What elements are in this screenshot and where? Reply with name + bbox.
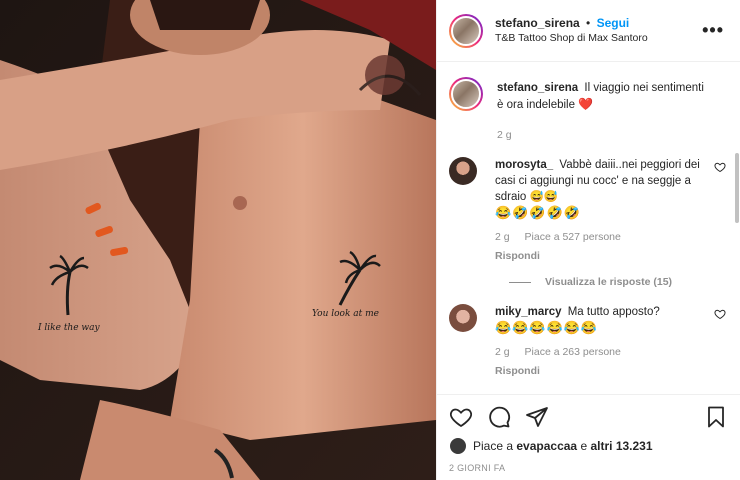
caption: stefano_sirena Il viaggio nei sentimenti… — [449, 77, 728, 143]
post-side-panel: stefano_sirena • Segui T&B Tattoo Shop d… — [436, 0, 740, 480]
heart-emoji: ❤️ — [578, 97, 594, 111]
post-image[interactable]: I like the way You look at me — [0, 0, 436, 480]
comment-text: Ma tutto apposto? — [567, 306, 660, 318]
comment-username[interactable]: morosyta_ — [495, 159, 553, 171]
commenter-avatar[interactable] — [449, 304, 477, 332]
post-actions: Piace a evapaccaa e altri 13.231 2 GIORN… — [437, 394, 740, 480]
tattoo-text-left: I like the way — [37, 323, 100, 333]
likes-middle: e — [580, 439, 588, 453]
tattoo-text-right: You look at me — [312, 309, 379, 319]
likes-others-count[interactable]: altri 13.231 — [590, 439, 652, 453]
comment-time[interactable]: 2 g — [495, 346, 510, 358]
author-avatar[interactable] — [449, 13, 483, 48]
post-location[interactable]: T&B Tattoo Shop di Max Santoro — [495, 31, 698, 46]
comment-time[interactable]: 2 g — [495, 231, 510, 243]
comment-emojis: 😂🤣🤣🤣🤣 — [495, 205, 581, 220]
caption-username[interactable]: stefano_sirena — [497, 82, 578, 94]
view-replies-label: Visualizza le risposte (15) — [545, 276, 673, 288]
comment-likes[interactable]: Piace a 263 persone — [525, 346, 621, 358]
like-heart-icon[interactable] — [449, 405, 473, 429]
comment-like-heart-icon[interactable] — [714, 161, 726, 173]
follow-button[interactable]: Segui — [597, 16, 630, 30]
save-bookmark-icon[interactable] — [704, 405, 728, 429]
view-replies-button[interactable]: Visualizza le risposte (15) — [509, 276, 728, 288]
comment-likes[interactable]: Piace a 527 persone — [525, 231, 621, 243]
more-dots-icon[interactable]: ••• — [698, 20, 728, 41]
replies-divider-line — [509, 281, 531, 283]
comment-bubble-icon[interactable] — [487, 405, 511, 429]
commenter-avatar[interactable] — [449, 157, 477, 185]
comment-like-heart-icon[interactable] — [714, 308, 726, 320]
post-time-ago[interactable]: 2 GIORNI FA — [449, 463, 728, 473]
separator-dot: • — [586, 15, 591, 30]
comments-list: stefano_sirena Il viaggio nei sentimenti… — [437, 63, 740, 394]
likes-prefix: Piace a — [473, 439, 514, 453]
share-paper-plane-icon[interactable] — [525, 405, 549, 429]
caption-time[interactable]: 2 g — [497, 129, 512, 141]
liker-avatar[interactable] — [449, 437, 467, 455]
comment-row: miky_marcy Ma tutto apposto? 😂😂😂😂😂😂 2 g … — [449, 304, 728, 379]
post-photo-illustration: I like the way You look at me — [0, 0, 436, 480]
post-header: stefano_sirena • Segui T&B Tattoo Shop d… — [437, 0, 740, 62]
caption-avatar[interactable] — [449, 77, 483, 111]
comment-emojis: 😂😂😂😂😂😂 — [495, 320, 599, 335]
comments-scrollbar[interactable] — [734, 63, 740, 394]
liker-username[interactable]: evapaccaa — [516, 439, 577, 453]
reply-button[interactable]: Rispondi — [495, 248, 708, 264]
comment-username[interactable]: miky_marcy — [495, 306, 562, 318]
reply-button[interactable]: Rispondi — [495, 363, 708, 379]
likes-summary: Piace a evapaccaa e altri 13.231 — [449, 437, 728, 455]
comment-row: morosyta_ Vabbè daiii..nei peggiori dei … — [449, 157, 728, 264]
author-username[interactable]: stefano_sirena — [495, 16, 580, 30]
